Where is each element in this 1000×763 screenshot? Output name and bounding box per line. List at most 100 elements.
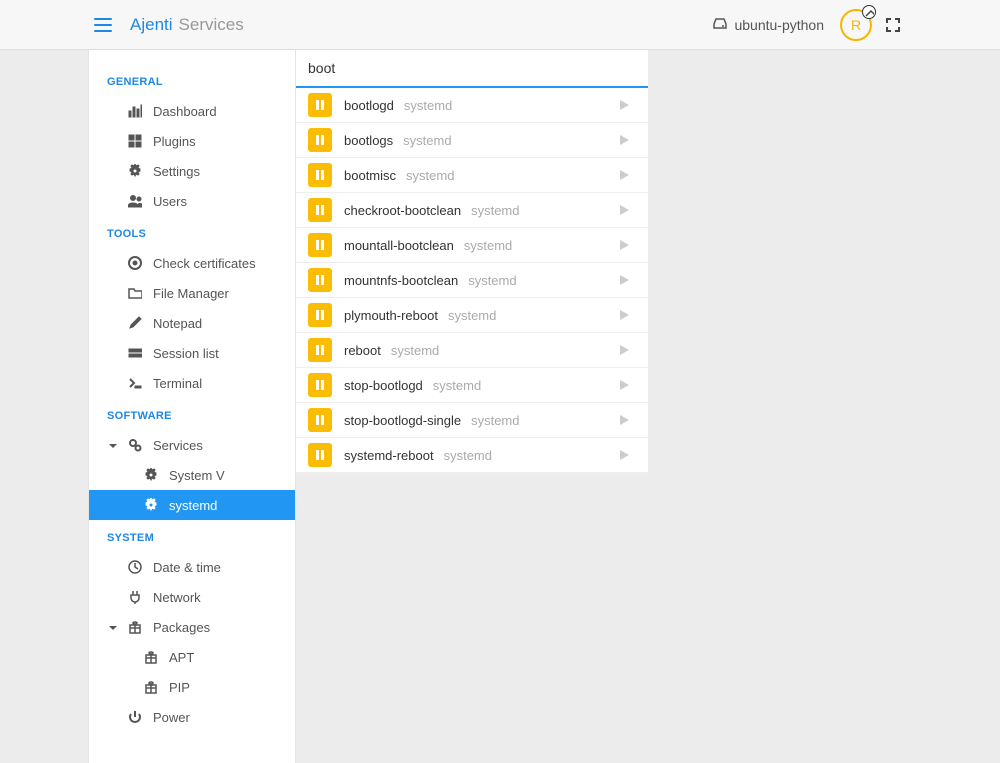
sidebar-item-label: systemd — [169, 498, 217, 513]
main-panel: bootlogdsystemdbootlogssystemdbootmiscsy… — [296, 50, 648, 763]
sidebar-item-label: Users — [153, 194, 187, 209]
sidebar-item-dashboard[interactable]: Dashboard — [89, 96, 295, 126]
start-button[interactable] — [612, 163, 636, 187]
service-name[interactable]: systemd-reboot — [344, 448, 434, 463]
sidebar-item-label: Services — [153, 438, 203, 453]
pause-status-icon[interactable] — [308, 268, 332, 292]
service-name[interactable]: mountall-bootclean — [344, 238, 454, 253]
start-button[interactable] — [612, 233, 636, 257]
pause-status-icon[interactable] — [308, 443, 332, 467]
clock-icon — [127, 560, 143, 574]
start-button[interactable] — [612, 373, 636, 397]
sidebar-item-file-manager[interactable]: File Manager — [89, 278, 295, 308]
menu-toggle[interactable] — [94, 18, 112, 32]
service-row: checkroot-bootclean systemd — [296, 193, 648, 228]
service-name[interactable]: stop-bootlogd-single — [344, 413, 461, 428]
pause-status-icon[interactable] — [308, 163, 332, 187]
service-name[interactable]: bootmisc — [344, 168, 396, 183]
host-selector[interactable]: ubuntu-python — [712, 16, 824, 33]
service-name[interactable]: mountnfs-bootclean — [344, 273, 458, 288]
caret-down-icon — [107, 622, 117, 632]
pause-status-icon[interactable] — [308, 408, 332, 432]
sidebar-item-users[interactable]: Users — [89, 186, 295, 216]
sidebar-item-label: Session list — [153, 346, 219, 361]
sidebar: GENERAL DashboardPluginsSettingsUsers TO… — [88, 50, 296, 763]
start-button[interactable] — [612, 268, 636, 292]
start-button[interactable] — [612, 303, 636, 327]
sidebar-item-label: Date & time — [153, 560, 221, 575]
pause-status-icon[interactable] — [308, 128, 332, 152]
sidebar-item-label: File Manager — [153, 286, 229, 301]
sidebar-item-check-certificates[interactable]: Check certificates — [89, 248, 295, 278]
start-button[interactable] — [612, 198, 636, 222]
page-title: Services — [179, 15, 244, 35]
service-name[interactable]: bootlogs — [344, 133, 393, 148]
sidebar-item-settings[interactable]: Settings — [89, 156, 295, 186]
plug-icon — [127, 590, 143, 604]
sidebar-item-label: APT — [169, 650, 194, 665]
service-manager: systemd — [433, 378, 481, 393]
service-manager: systemd — [468, 273, 516, 288]
section-general: GENERAL — [89, 64, 295, 96]
sidebar-item-packages[interactable]: Packages — [89, 612, 295, 642]
chart-icon — [127, 104, 143, 118]
start-button[interactable] — [612, 408, 636, 432]
gear-icon — [143, 468, 159, 482]
pause-status-icon[interactable] — [308, 338, 332, 362]
service-name[interactable]: bootlogd — [344, 98, 394, 113]
sidebar-item-session-list[interactable]: Session list — [89, 338, 295, 368]
pause-status-icon[interactable] — [308, 198, 332, 222]
search-input[interactable] — [308, 60, 636, 76]
service-manager: systemd — [444, 448, 492, 463]
service-manager: systemd — [471, 413, 519, 428]
start-button[interactable] — [612, 128, 636, 152]
pause-status-icon[interactable] — [308, 93, 332, 117]
sidebar-item-label: PIP — [169, 680, 190, 695]
sidebar-item-services[interactable]: Services — [89, 430, 295, 460]
sidebar-item-network[interactable]: Network — [89, 582, 295, 612]
user-menu[interactable]: R — [840, 9, 872, 41]
section-software: SOFTWARE — [89, 398, 295, 430]
terminal-icon — [127, 376, 143, 390]
host-label: ubuntu-python — [734, 17, 824, 33]
sidebar-item-plugins[interactable]: Plugins — [89, 126, 295, 156]
gears-icon — [127, 438, 143, 452]
start-button[interactable] — [612, 338, 636, 362]
service-name[interactable]: checkroot-bootclean — [344, 203, 461, 218]
brand-link[interactable]: Ajenti — [130, 15, 173, 35]
service-row: bootlogssystemd — [296, 123, 648, 158]
sidebar-item-pip[interactable]: PIP — [89, 672, 295, 702]
service-name[interactable]: plymouth-reboot — [344, 308, 438, 323]
service-row: rebootsystemd — [296, 333, 648, 368]
pause-status-icon[interactable] — [308, 303, 332, 327]
service-name[interactable]: stop-bootlogd — [344, 378, 423, 393]
elevate-icon — [862, 5, 876, 19]
sidebar-item-label: Terminal — [153, 376, 202, 391]
grid-icon — [127, 134, 143, 148]
pause-status-icon[interactable] — [308, 233, 332, 257]
service-manager: systemd — [471, 203, 519, 218]
start-button[interactable] — [612, 443, 636, 467]
sidebar-item-date-time[interactable]: Date & time — [89, 552, 295, 582]
service-name[interactable]: reboot — [344, 343, 381, 358]
service-manager: systemd — [404, 98, 452, 113]
sidebar-item-notepad[interactable]: Notepad — [89, 308, 295, 338]
sidebar-item-label: Dashboard — [153, 104, 217, 119]
sidebar-item-label: Notepad — [153, 316, 202, 331]
pause-status-icon[interactable] — [308, 373, 332, 397]
service-row: plymouth-rebootsystemd — [296, 298, 648, 333]
sidebar-item-system-v[interactable]: System V — [89, 460, 295, 490]
gift-icon — [127, 620, 143, 634]
sidebar-item-label: Power — [153, 710, 190, 725]
sidebar-item-apt[interactable]: APT — [89, 642, 295, 672]
fullscreen-button[interactable] — [886, 18, 900, 32]
sidebar-item-power[interactable]: Power — [89, 702, 295, 732]
service-manager: systemd — [406, 168, 454, 183]
service-row: bootmisc systemd — [296, 158, 648, 193]
sidebar-item-terminal[interactable]: Terminal — [89, 368, 295, 398]
service-row: mountall-bootclean systemd — [296, 228, 648, 263]
service-manager: systemd — [464, 238, 512, 253]
start-button[interactable] — [612, 93, 636, 117]
sidebar-item-systemd[interactable]: systemd — [89, 490, 295, 520]
service-row: bootlogd systemd — [296, 88, 648, 123]
